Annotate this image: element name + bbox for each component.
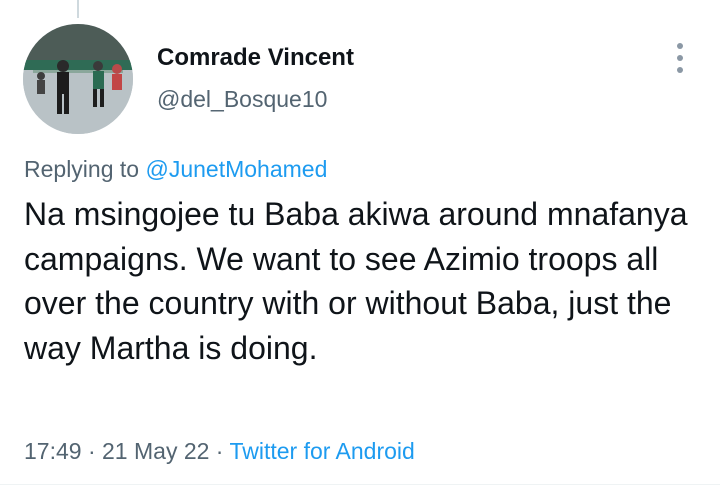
avatar-photo bbox=[23, 24, 133, 134]
replying-to-line: Replying to @JunetMohamed bbox=[24, 156, 327, 183]
more-dot bbox=[677, 43, 683, 49]
more-dot bbox=[677, 67, 683, 73]
meta-separator: · bbox=[81, 438, 103, 464]
replying-prefix: Replying to bbox=[24, 156, 146, 182]
tweet-date[interactable]: 21 May 22 bbox=[102, 438, 209, 464]
more-vertical-icon[interactable] bbox=[666, 42, 694, 74]
tweet-metadata: 17:49 · 21 May 22 · Twitter for Android bbox=[24, 438, 415, 465]
meta-separator: · bbox=[209, 438, 230, 464]
thread-connector-line bbox=[77, 0, 79, 18]
tweet-text: Na msingojee tu Baba akiwa around mnafan… bbox=[24, 196, 688, 366]
reply-mention-link[interactable]: @JunetMohamed bbox=[145, 156, 327, 182]
tweet-time[interactable]: 17:49 bbox=[24, 438, 82, 464]
author-name[interactable]: Comrade Vincent bbox=[157, 44, 354, 72]
tweet-source-link[interactable]: Twitter for Android bbox=[229, 438, 414, 464]
more-dot bbox=[677, 55, 683, 61]
author-handle[interactable]: @del_Bosque10 bbox=[157, 86, 327, 113]
avatar[interactable] bbox=[23, 24, 133, 134]
